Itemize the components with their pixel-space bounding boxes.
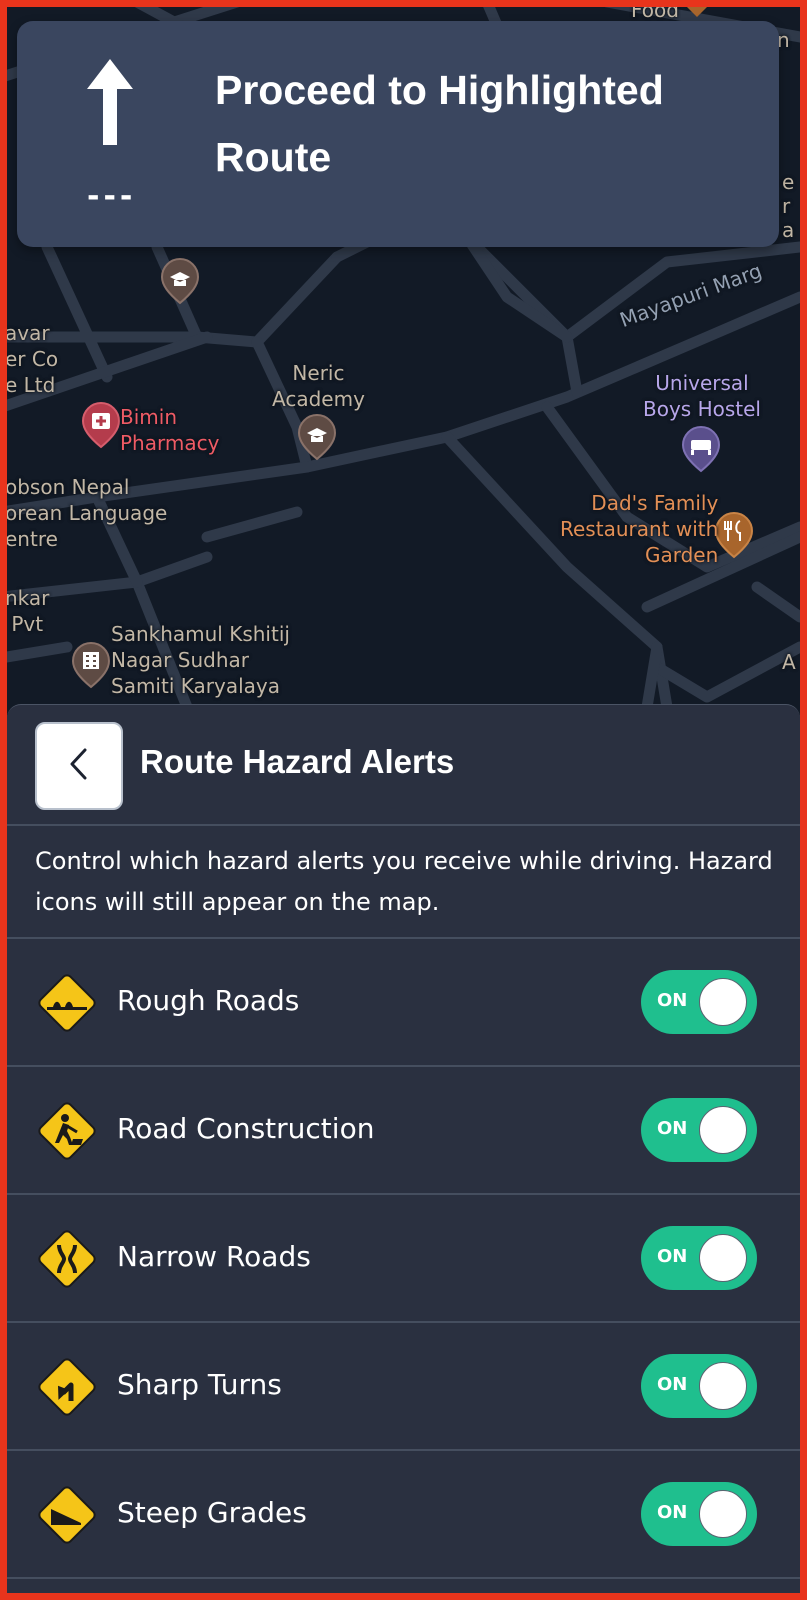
toggle-state-label: ON <box>657 1246 688 1267</box>
map-label-bimin-pharmacy[interactable]: Bimin Pharmacy <box>120 404 219 456</box>
toggle-state-label: ON <box>657 1118 688 1139</box>
map-label: avar <box>7 321 50 345</box>
hazard-label: Road Construction <box>117 1112 375 1145</box>
chevron-left-icon <box>68 747 90 785</box>
hazard-row-steep-grades[interactable]: Steep Grades ON <box>7 1451 800 1577</box>
panel-description: Control which hazard alerts you receive … <box>35 847 773 916</box>
hazard-alerts-panel: Route Hazard Alerts Control which hazard… <box>7 704 800 1593</box>
hazard-label: Narrow Roads <box>117 1240 311 1273</box>
steep-grades-toggle[interactable]: ON <box>641 1482 757 1546</box>
road-construction-toggle[interactable]: ON <box>641 1098 757 1162</box>
map-label-sankhamul[interactable]: Sankhamul Kshitij Nagar Sudhar Samiti Ka… <box>111 621 290 699</box>
back-button[interactable] <box>35 722 123 810</box>
map-label-jobson-nepal[interactable]: obson Nepal orean Language entre <box>7 474 167 552</box>
page-title: Route Hazard Alerts <box>140 743 455 780</box>
straight-arrow-icon <box>87 59 133 149</box>
map-label: er Co <box>7 347 59 371</box>
toggle-knob <box>699 1234 747 1282</box>
app-screen: Food n e r a avar er Co e Ltd Neric Acad… <box>7 7 800 1593</box>
map-label: e <box>782 170 795 194</box>
hazard-row-narrow-roads[interactable]: Narrow Roads ON <box>7 1195 800 1321</box>
rough-road-icon <box>35 971 99 1035</box>
hazard-label: Rough Roads <box>117 984 300 1017</box>
map-label: r <box>782 194 791 218</box>
sharp-turns-toggle[interactable]: ON <box>641 1354 757 1418</box>
map-label: A <box>782 650 796 674</box>
rough-roads-toggle[interactable]: ON <box>641 970 757 1034</box>
steep-grade-icon <box>35 1483 99 1547</box>
divider <box>7 1577 800 1579</box>
narrow-roads-toggle[interactable]: ON <box>641 1226 757 1290</box>
toggle-knob <box>699 1490 747 1538</box>
hazard-label: Steep Grades <box>117 1496 307 1529</box>
map-label-neric-academy[interactable]: Neric Academy <box>272 360 365 412</box>
map-label: e Ltd <box>7 373 56 397</box>
hazard-row-road-construction[interactable]: Road Construction ON <box>7 1067 800 1193</box>
road-construction-icon <box>35 1099 99 1163</box>
navigation-banner[interactable]: --- Proceed to Highlighted Route <box>17 21 779 247</box>
map-label: a <box>782 218 795 242</box>
hazard-row-rough-roads[interactable]: Rough Roads ON <box>7 939 800 1065</box>
toggle-knob <box>699 1362 747 1410</box>
divider <box>7 824 800 826</box>
hazard-row-sharp-turns[interactable]: Sharp Turns ON <box>7 1323 800 1449</box>
narrow-road-icon <box>35 1227 99 1291</box>
hazard-label: Sharp Turns <box>117 1368 282 1401</box>
map-label-universal-boys-hostel[interactable]: Universal Boys Hostel <box>643 370 761 422</box>
map-label: nkar Pvt <box>7 586 50 636</box>
map-label-dads-restaurant[interactable]: Dad's Family Restaurant with Garden <box>560 490 718 568</box>
toggle-knob <box>699 1106 747 1154</box>
distance-remaining: --- <box>87 179 137 214</box>
nav-instruction-text: Proceed to Highlighted Route <box>215 67 664 180</box>
sharp-turn-icon <box>35 1355 99 1419</box>
toggle-state-label: ON <box>657 990 688 1011</box>
toggle-state-label: ON <box>657 1374 688 1395</box>
toggle-state-label: ON <box>657 1502 688 1523</box>
toggle-knob <box>699 978 747 1026</box>
